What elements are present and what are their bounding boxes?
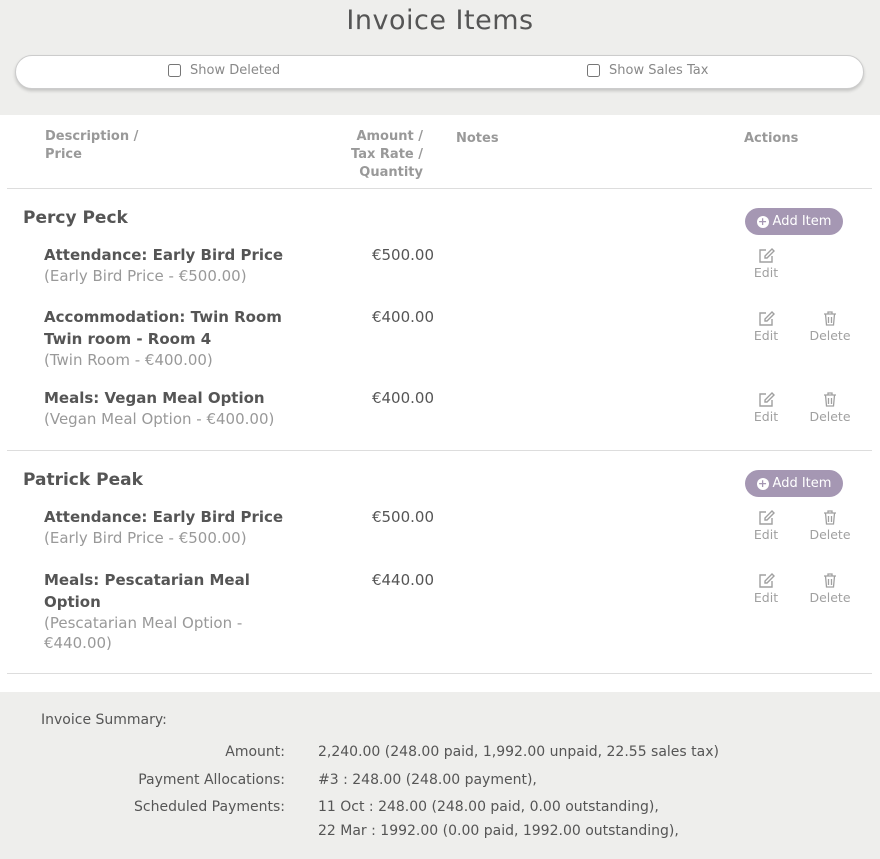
amount-tax-quantity-header: Amount / Tax Rate / Quantity: [351, 129, 423, 180]
payment-allocations-label: Payment Allocations:: [138, 772, 285, 788]
invoice-summary: Invoice Summary: Amount: 2,240.00 (248.0…: [0, 692, 880, 859]
add-item-button[interactable]: + Add Item: [745, 470, 843, 497]
show-sales-tax-label: Show Sales Tax: [609, 63, 709, 78]
edit-button[interactable]: Edit: [741, 311, 791, 343]
plus-circle-icon: +: [756, 214, 769, 228]
edit-icon: [758, 311, 775, 326]
amount-label: Amount:: [225, 744, 285, 760]
item-title: Attendance: Early Bird Price: [44, 508, 284, 526]
add-item-button[interactable]: + Add Item: [745, 208, 843, 235]
delete-button[interactable]: Delete: [805, 392, 855, 424]
edit-icon: [758, 573, 775, 588]
edit-icon: [758, 392, 775, 407]
scheduled-payments-label: Scheduled Payments:: [134, 799, 285, 815]
item-subtitle: (Early Bird Price - €500.00): [44, 529, 247, 547]
item-amount: €500.00: [371, 246, 434, 264]
show-deleted-filter[interactable]: Show Deleted: [168, 63, 280, 78]
actions-header: Actions: [744, 131, 799, 146]
item-amount: €400.00: [371, 389, 434, 407]
scheduled-payment: 11 Oct : 248.00 (248.00 paid, 0.00 outst…: [318, 799, 659, 815]
edit-button[interactable]: Edit: [741, 510, 791, 542]
edit-button[interactable]: Edit: [741, 573, 791, 605]
item-subtitle: (Pescatarian Meal Option - €440.00): [44, 614, 243, 652]
trash-icon: [824, 311, 836, 326]
edit-icon: [758, 510, 775, 525]
scheduled-payment: 22 Mar : 1992.00 (0.00 paid, 1992.00 out…: [318, 823, 679, 839]
page-title: Invoice Items: [346, 5, 534, 36]
item-title: Attendance: Early Bird Price: [44, 246, 284, 264]
attendee-name: Patrick Peak: [23, 470, 143, 490]
payment-allocations-value: #3 : 248.00 (248.00 payment),: [318, 772, 537, 788]
trash-icon: [824, 510, 836, 525]
notes-header: Notes: [456, 131, 499, 146]
item-title: Meals: Pescatarian Meal Option: [44, 571, 250, 611]
edit-icon: [758, 248, 775, 263]
divider: [7, 450, 872, 451]
item-title: Accommodation: Twin Room Twin room - Roo…: [44, 308, 282, 348]
item-amount: €400.00: [371, 308, 434, 326]
amount-value: 2,240.00 (248.00 paid, 1,992.00 unpaid, …: [318, 744, 719, 760]
item-subtitle: (Early Bird Price - €500.00): [44, 267, 247, 285]
description-price-header: Description / Price: [45, 129, 139, 162]
divider: [7, 673, 872, 674]
delete-button[interactable]: Delete: [805, 311, 855, 343]
delete-button[interactable]: Delete: [805, 510, 855, 542]
invoice-items-table: Description / Price Amount / Tax Rate / …: [0, 115, 880, 692]
item-subtitle: (Vegan Meal Option - €400.00): [44, 410, 275, 428]
show-deleted-checkbox[interactable]: [168, 64, 181, 77]
item-amount: €500.00: [371, 508, 434, 526]
plus-circle-icon: +: [756, 476, 769, 490]
delete-button[interactable]: Delete: [805, 573, 855, 605]
filter-bar: Show Deleted Show Sales Tax: [15, 55, 864, 89]
trash-icon: [824, 573, 836, 588]
show-deleted-label: Show Deleted: [190, 63, 281, 78]
divider: [7, 188, 872, 189]
edit-button[interactable]: Edit: [741, 392, 791, 424]
summary-title: Invoice Summary:: [41, 712, 167, 728]
show-sales-tax-filter[interactable]: Show Sales Tax: [587, 63, 708, 78]
edit-button[interactable]: Edit: [741, 248, 791, 280]
attendee-name: Percy Peck: [23, 208, 128, 228]
item-subtitle: (Twin Room - €400.00): [44, 351, 213, 369]
trash-icon: [824, 392, 836, 407]
item-title: Meals: Vegan Meal Option: [44, 389, 265, 407]
show-sales-tax-checkbox[interactable]: [587, 64, 600, 77]
item-amount: €440.00: [371, 571, 434, 589]
